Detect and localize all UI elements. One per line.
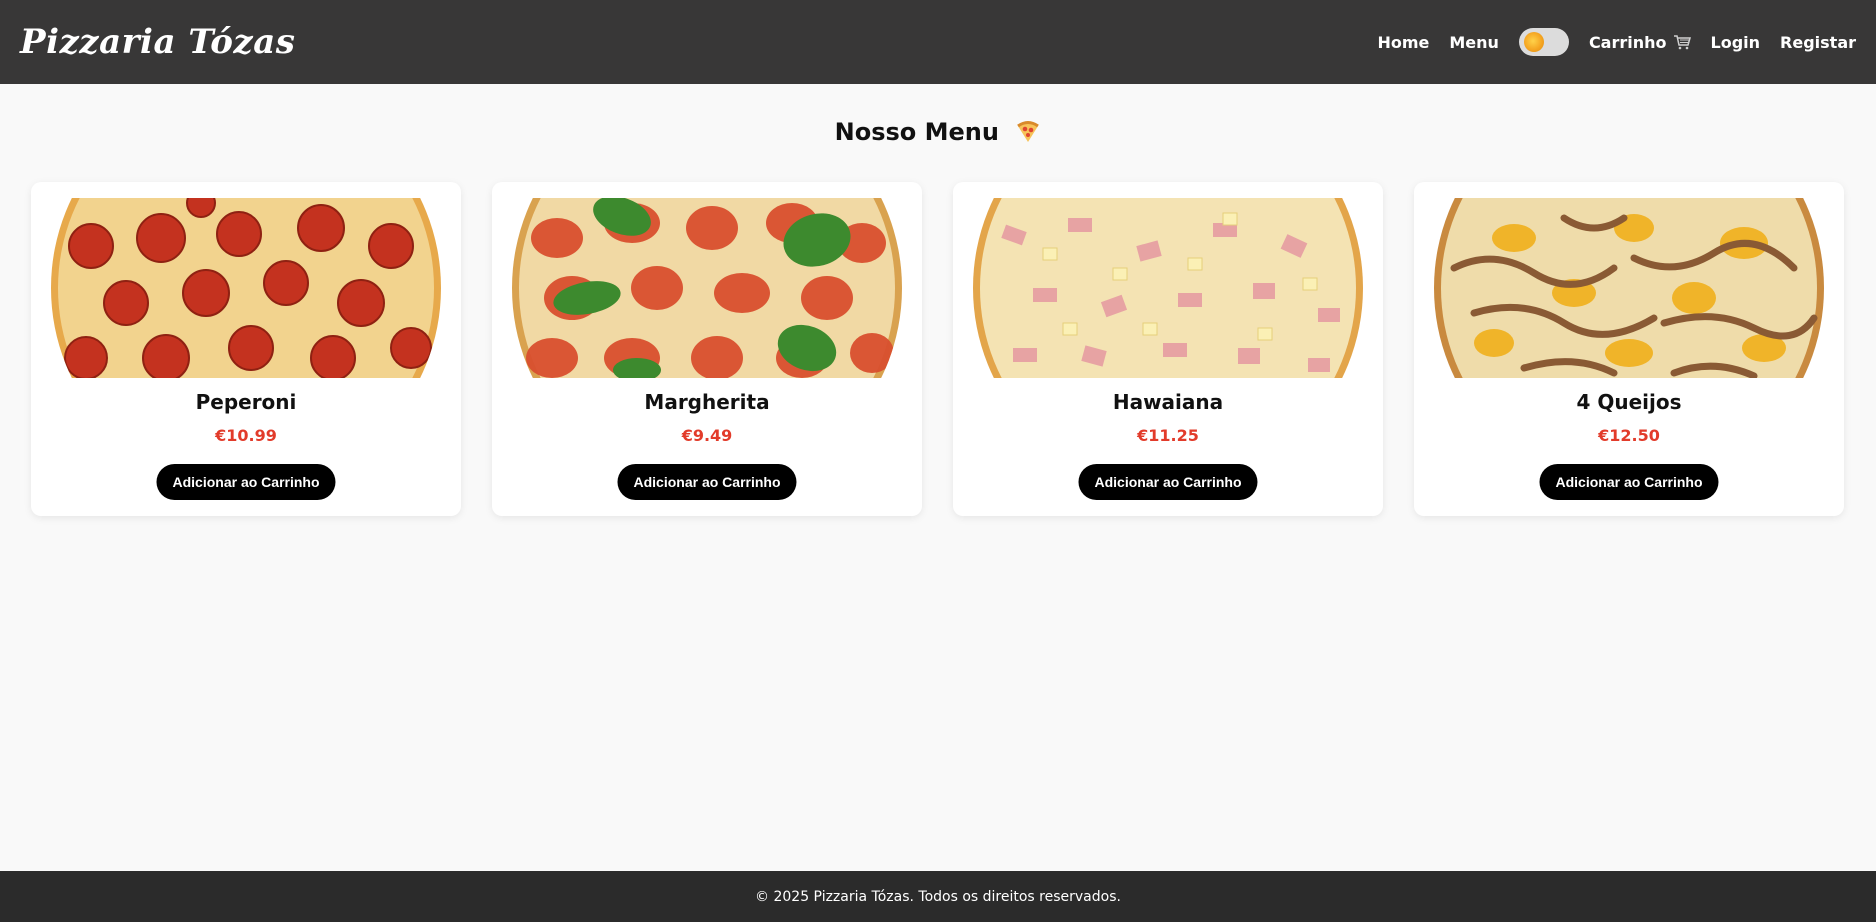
add-to-cart-button[interactable]: Adicionar ao Carrinho — [617, 464, 797, 500]
product-price: €12.50 — [1598, 426, 1660, 445]
site-logo[interactable]: Pizzaria Tózas — [20, 22, 295, 62]
nav-cart-link[interactable]: Carrinho — [1589, 33, 1691, 52]
sun-icon — [1523, 32, 1544, 52]
hawaiian-pizza-image — [973, 198, 1363, 378]
product-price: €9.49 — [681, 426, 733, 445]
product-name: Margherita — [644, 390, 770, 414]
nav-cart-label: Carrinho — [1588, 32, 1667, 52]
nav-menu-link[interactable]: Menu — [1449, 33, 1499, 52]
page-title: Nosso Menu — [0, 118, 1876, 146]
pizza-slice-icon — [1017, 121, 1040, 142]
page-title-text: Nosso Menu — [834, 118, 999, 146]
product-card: Hawaiana €11.25 Adicionar ao Carrinho — [953, 182, 1383, 516]
site-header: Pizzaria Tózas Home Menu Carrinho Login … — [0, 0, 1876, 84]
product-card: 4 Queijos €12.50 Adicionar ao Carrinho — [1414, 182, 1844, 516]
add-to-cart-button[interactable]: Adicionar ao Carrinho — [156, 464, 336, 500]
product-price: €10.99 — [215, 426, 277, 445]
nav-register-link[interactable]: Registar — [1780, 33, 1856, 52]
margherita-pizza-image — [512, 198, 902, 378]
add-to-cart-button[interactable]: Adicionar ao Carrinho — [1539, 464, 1719, 500]
cart-icon — [1673, 35, 1691, 50]
footer-copyright: © 2025 Pizzaria Tózas. Todos os direitos… — [755, 888, 1121, 905]
product-grid: Peperoni €10.99 Adicionar ao Carrinho Ma… — [31, 182, 1844, 516]
product-name: 4 Queijos — [1576, 390, 1682, 414]
main-nav: Home Menu Carrinho Login Registar — [1377, 28, 1856, 56]
product-card: Margherita €9.49 Adicionar ao Carrinho — [492, 182, 922, 516]
product-price: €11.25 — [1137, 426, 1199, 445]
site-footer: © 2025 Pizzaria Tózas. Todos os direitos… — [0, 871, 1876, 922]
pepperoni-pizza-image — [51, 198, 441, 378]
main-content: Nosso Menu Peperoni €10.99 Adicionar ao … — [0, 84, 1876, 871]
nav-home-link[interactable]: Home — [1377, 33, 1429, 52]
add-to-cart-button[interactable]: Adicionar ao Carrinho — [1078, 464, 1258, 500]
product-name: Peperoni — [195, 390, 297, 414]
product-card: Peperoni €10.99 Adicionar ao Carrinho — [31, 182, 461, 516]
nav-login-link[interactable]: Login — [1711, 33, 1761, 52]
theme-toggle[interactable] — [1518, 28, 1569, 56]
four-cheese-pizza-image — [1434, 198, 1824, 378]
product-name: Hawaiana — [1112, 390, 1224, 414]
